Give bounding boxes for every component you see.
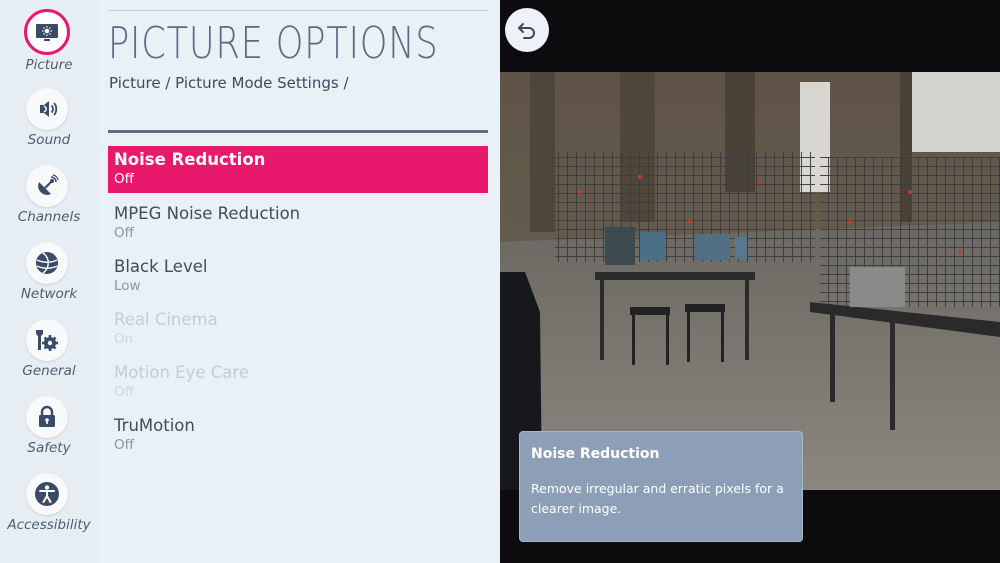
header-divider <box>108 130 488 133</box>
help-tooltip: Noise Reduction Remove irregular and err… <box>519 431 803 542</box>
page-title: PICTURE OPTIONS <box>108 18 439 69</box>
menu-item-black-level[interactable]: Black Level Low <box>108 253 488 300</box>
sidebar-item-label: Network <box>20 286 78 302</box>
menu-item-motion-eye-care: Motion Eye Care Off <box>108 359 488 406</box>
menu-item-mpeg-noise-reduction[interactable]: MPEG Noise Reduction Off <box>108 200 488 247</box>
menu-item-real-cinema: Real Cinema On <box>108 306 488 353</box>
sidebar-item-general[interactable]: General <box>0 311 98 385</box>
menu-item-value: Off <box>114 384 134 400</box>
menu-item-value: Off <box>114 225 134 241</box>
sound-icon <box>26 88 68 130</box>
menu-item-noise-reduction[interactable]: Noise Reduction Off <box>108 146 488 193</box>
menu-item-title: Black Level <box>114 257 208 276</box>
settings-sidebar: Picture Sound Channels Network General S… <box>0 0 98 563</box>
picture-icon <box>24 9 70 55</box>
sidebar-item-label: Channels <box>17 209 81 225</box>
sidebar-item-label: General <box>22 363 76 379</box>
general-icon <box>26 319 68 361</box>
breadcrumb: Picture / Picture Mode Settings / <box>109 74 349 92</box>
menu-item-title: Motion Eye Care <box>114 363 249 382</box>
sidebar-item-label: Picture <box>25 57 73 73</box>
preview-image <box>500 72 1000 490</box>
sidebar-item-label: Accessibility <box>7 517 91 533</box>
menu-item-title: MPEG Noise Reduction <box>114 204 301 223</box>
accessibility-icon <box>26 473 68 515</box>
sidebar-item-accessibility[interactable]: Accessibility <box>0 465 98 539</box>
sidebar-item-safety[interactable]: Safety <box>0 388 98 462</box>
menu-item-value: Low <box>114 278 141 294</box>
menu-item-value: On <box>114 331 134 347</box>
sidebar-item-network[interactable]: Network <box>0 234 98 308</box>
menu-item-value: Off <box>114 171 134 187</box>
menu-item-title: Noise Reduction <box>114 150 266 169</box>
back-arrow-icon <box>518 23 535 39</box>
channels-icon <box>26 165 68 207</box>
sidebar-item-label: Safety <box>27 440 71 456</box>
picture-options-panel: PICTURE OPTIONS Picture / Picture Mode S… <box>98 0 500 563</box>
sidebar-item-label: Sound <box>27 132 71 148</box>
menu-item-title: Real Cinema <box>114 310 218 329</box>
menu-item-title: TruMotion <box>114 416 195 435</box>
network-icon <box>26 242 68 284</box>
top-rule <box>108 10 488 11</box>
tooltip-title: Noise Reduction <box>531 446 660 462</box>
preview-top-bar <box>500 0 1000 72</box>
back-button[interactable] <box>505 8 549 52</box>
menu-item-value: Off <box>114 437 134 453</box>
sidebar-item-sound[interactable]: Sound <box>0 80 98 154</box>
tooltip-description: Remove irregular and erratic pixels for … <box>531 481 784 516</box>
menu-item-trumotion[interactable]: TruMotion Off <box>108 412 488 459</box>
sidebar-item-channels[interactable]: Channels <box>0 157 98 231</box>
sidebar-item-picture[interactable]: Picture <box>0 0 98 74</box>
lock-icon <box>26 396 68 438</box>
